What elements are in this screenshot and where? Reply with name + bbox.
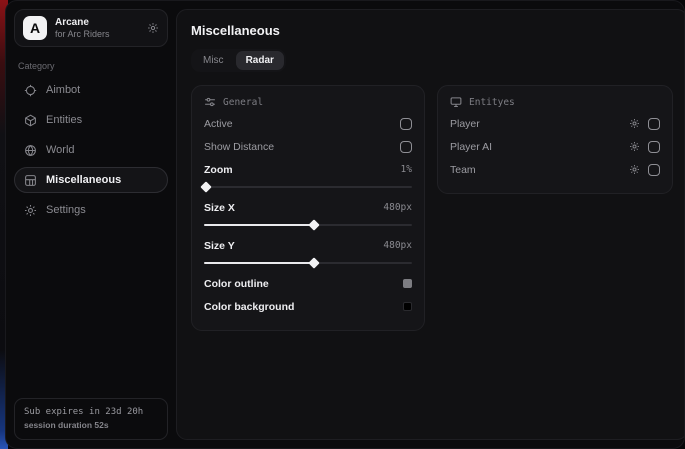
- cube-icon: [24, 114, 37, 127]
- sidebar-item-miscellaneous[interactable]: Miscellaneous: [14, 167, 168, 193]
- slider-fill: [204, 224, 314, 226]
- size-y-slider[interactable]: [204, 258, 412, 268]
- crosshair-icon: [24, 84, 37, 97]
- zoom-slider[interactable]: [204, 182, 412, 192]
- sidebar-item-world[interactable]: World: [14, 137, 168, 163]
- show-distance-checkbox[interactable]: [400, 141, 412, 153]
- row-label: Player AI: [450, 141, 492, 153]
- app-name: Arcane: [55, 17, 139, 29]
- row-color-outline: Color outline: [204, 272, 412, 295]
- tab-bar: Misc Radar: [191, 49, 286, 72]
- tab-misc[interactable]: Misc: [193, 51, 234, 70]
- row-label: Color outline: [204, 278, 269, 290]
- gear-icon: [24, 204, 37, 217]
- entities-card: Entityes Player P: [437, 85, 673, 194]
- general-card: General Active Show Distance Zoom 1%: [191, 85, 425, 331]
- gear-icon[interactable]: [629, 141, 640, 152]
- page-title: Miscellaneous: [191, 23, 673, 38]
- slider-fill: [204, 262, 314, 264]
- slider-track: [204, 186, 412, 188]
- slider-thumb[interactable]: [309, 219, 320, 230]
- sidebar-item-entities[interactable]: Entities: [14, 107, 168, 133]
- slider-thumb[interactable]: [200, 181, 211, 192]
- general-card-title: General: [223, 97, 263, 108]
- sidebar-item-aimbot[interactable]: Aimbot: [14, 77, 168, 103]
- row-zoom: Zoom 1%: [204, 158, 412, 181]
- row-label: Team: [450, 164, 476, 176]
- row-label: Player: [450, 118, 480, 130]
- row-controls: [629, 141, 660, 153]
- main-panel: Miscellaneous Misc Radar General Active: [176, 9, 685, 440]
- row-controls: [629, 118, 660, 130]
- general-card-header: General: [204, 96, 412, 108]
- team-checkbox[interactable]: [648, 164, 660, 176]
- app-window: A Arcane for Arc Riders Category: [5, 0, 685, 449]
- session-duration-text: session duration 52s: [24, 419, 158, 432]
- sidebar-item-settings[interactable]: Settings: [14, 197, 168, 223]
- row-label: Size X: [204, 202, 235, 214]
- row-team: Team: [450, 158, 660, 181]
- entities-card-header: Entityes: [450, 96, 660, 108]
- size-x-slider[interactable]: [204, 220, 412, 230]
- sidebar: A Arcane for Arc Riders Category: [6, 1, 176, 448]
- app-header-card: A Arcane for Arc Riders: [14, 9, 168, 47]
- sliders-icon: [204, 96, 216, 108]
- row-label: Size Y: [204, 240, 235, 252]
- gear-icon[interactable]: [147, 22, 159, 34]
- slider-thumb[interactable]: [309, 257, 320, 268]
- row-player: Player: [450, 112, 660, 135]
- sidebar-item-label: Aimbot: [46, 84, 80, 96]
- sidebar-item-label: Entities: [46, 114, 82, 126]
- globe-icon: [24, 144, 37, 157]
- size-x-value: 480px: [383, 202, 412, 213]
- gear-icon[interactable]: [629, 164, 640, 175]
- color-outline-swatch[interactable]: [403, 279, 412, 288]
- entities-card-title: Entityes: [469, 97, 515, 108]
- player-checkbox[interactable]: [648, 118, 660, 130]
- app-logo: A: [23, 16, 47, 40]
- tab-radar[interactable]: Radar: [236, 51, 284, 70]
- row-controls: [629, 164, 660, 176]
- app-subtitle: for Arc Riders: [55, 29, 139, 39]
- row-size-y: Size Y 480px: [204, 234, 412, 257]
- monitor-icon: [450, 96, 462, 108]
- row-player-ai: Player AI: [450, 135, 660, 158]
- gear-icon[interactable]: [629, 118, 640, 129]
- category-label: Category: [18, 61, 164, 71]
- cards-row: General Active Show Distance Zoom 1%: [191, 85, 673, 331]
- active-checkbox[interactable]: [400, 118, 412, 130]
- row-size-x: Size X 480px: [204, 196, 412, 219]
- row-color-background: Color background: [204, 295, 412, 318]
- sidebar-nav: Aimbot Entities World: [14, 77, 168, 223]
- sidebar-spacer: [14, 223, 168, 398]
- grid-icon: [24, 174, 37, 187]
- color-background-swatch[interactable]: [403, 302, 412, 311]
- sidebar-item-label: Miscellaneous: [46, 174, 121, 186]
- sub-expires-text: Sub expires in 23d 20h: [24, 406, 158, 420]
- row-label: Show Distance: [204, 141, 274, 153]
- subscription-box: Sub expires in 23d 20h session duration …: [14, 398, 168, 440]
- app-meta: Arcane for Arc Riders: [55, 17, 139, 39]
- player-ai-checkbox[interactable]: [648, 141, 660, 153]
- zoom-value: 1%: [401, 164, 412, 175]
- row-active: Active: [204, 112, 412, 135]
- row-label: Active: [204, 118, 233, 130]
- row-label: Zoom: [204, 164, 233, 176]
- row-label: Color background: [204, 301, 294, 313]
- sidebar-item-label: World: [46, 144, 75, 156]
- sidebar-item-label: Settings: [46, 204, 86, 216]
- size-y-value: 480px: [383, 240, 412, 251]
- row-show-distance: Show Distance: [204, 135, 412, 158]
